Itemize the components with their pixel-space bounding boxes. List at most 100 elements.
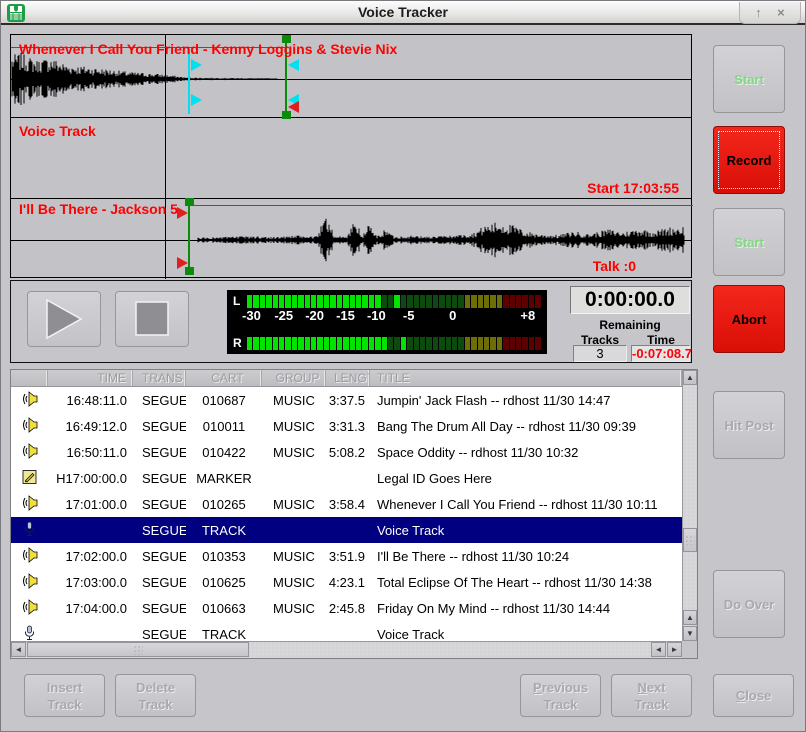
meter-segment (317, 295, 322, 308)
scroll-right-icon[interactable]: ► (667, 642, 682, 657)
meter-segment (465, 295, 470, 308)
meter-segment (337, 337, 342, 350)
scroll-up-icon[interactable]: ▲ (683, 370, 697, 385)
start-track3-button[interactable]: Start (713, 208, 785, 276)
meter-segment (343, 337, 348, 350)
meter-left-label: L (233, 294, 247, 308)
scroll-down-icon[interactable]: ▼ (683, 626, 697, 641)
shade-window-icon[interactable]: ↑ (755, 3, 762, 23)
audio-level-meter: L -30-25-20-15-10-50+8 R (227, 290, 547, 354)
track1-talk-marker-top[interactable] (191, 59, 202, 71)
log-row[interactable]: 17:02:00.0SEGUE010353MUSIC3:51.9I'll Be … (11, 543, 682, 569)
meter-segment (253, 337, 258, 350)
cell-group: MUSIC (262, 601, 326, 616)
meter-segment (516, 337, 521, 350)
meter-segment (260, 337, 265, 350)
delete-track-button[interactable]: DeleteTrack (115, 674, 196, 717)
cell-length: 4:23.1 (326, 575, 370, 590)
log-row[interactable]: 16:49:12.0SEGUE010011MUSIC3:31.3Bang The… (11, 413, 682, 439)
meter-segment (510, 337, 515, 350)
column-header-title: TITLE (370, 370, 682, 386)
cell-title: Voice Track (370, 627, 682, 642)
meter-segment (458, 337, 463, 350)
titlebar[interactable]: Voice Tracker ↑ × (1, 1, 805, 25)
meter-segment (471, 337, 476, 350)
hit-post-button[interactable]: Hit Post (713, 391, 785, 459)
do-over-button[interactable]: Do Over (713, 570, 785, 638)
scroll-left-icon[interactable]: ◄ (11, 642, 26, 657)
stop-button[interactable] (115, 291, 189, 347)
cell-time: 17:02:00.0 (48, 549, 133, 564)
log-table: TIMETRANSCARTGROUPLENGTHTITLE 16:48:11.0… (10, 369, 698, 659)
vertical-scroll-thumb[interactable] (683, 528, 697, 552)
meter-segment (497, 295, 502, 308)
cell-cart: 010625 (186, 575, 262, 590)
track3-fade-marker-top[interactable] (177, 207, 188, 219)
track1-end-marker-top[interactable] (288, 59, 299, 71)
log-row[interactable]: 17:01:00.0SEGUE010265MUSIC3:58.4Whenever… (11, 491, 682, 517)
track1-talk-marker-bottom[interactable] (191, 94, 202, 106)
close-window-icon[interactable]: × (777, 3, 785, 23)
meter-segment (490, 295, 495, 308)
scroll-up2-icon[interactable]: ▲ (683, 610, 697, 625)
meter-segment (426, 337, 431, 350)
meter-segment (247, 337, 252, 350)
cell-cart: TRACK (186, 627, 262, 642)
close-button[interactable]: Close (713, 674, 794, 717)
insert-track-button[interactable]: InsertTrack (24, 674, 105, 717)
meter-segment (497, 337, 502, 350)
log-row[interactable]: 16:50:11.0SEGUE010422MUSIC5:08.2Space Od… (11, 439, 682, 465)
meter-segment (490, 337, 495, 350)
meter-right-label: R (233, 336, 247, 350)
speaker-icon (11, 391, 48, 410)
meter-segment (369, 337, 374, 350)
next-track-button[interactable]: NextTrack (611, 674, 692, 717)
log-row[interactable]: SEGUETRACKVoice Track (11, 621, 682, 641)
track-panel[interactable]: Whenever I Call You Friend - Kenny Loggi… (10, 34, 692, 278)
start-track1-button[interactable]: Start (713, 45, 785, 113)
record-button[interactable]: Record (713, 126, 785, 194)
horizontal-scroll-thumb[interactable] (27, 642, 249, 657)
elapsed-time-display: 0:00:00.0 (570, 286, 690, 314)
meter-segment (317, 337, 322, 350)
meter-segment (356, 295, 361, 308)
meter-segment (337, 295, 342, 308)
meter-segment (279, 337, 284, 350)
cell-trans: SEGUE (133, 523, 186, 538)
track3-start-line[interactable] (188, 202, 190, 273)
log-row[interactable]: H17:00:00.0SEGUEMARKERLegal ID Goes Here (11, 465, 682, 491)
cell-title: Space Oddity -- rdhost 11/30 10:32 (370, 445, 682, 460)
mic-icon (11, 521, 48, 540)
meter-right-channel: R (233, 336, 541, 350)
meter-scale-label: -25 (274, 308, 293, 323)
scroll-left2-icon[interactable]: ◄ (651, 642, 666, 657)
vertical-scrollbar[interactable]: ▲ ▲ ▼ (682, 370, 697, 641)
track3-fade-marker-bottom[interactable] (177, 257, 188, 269)
log-row[interactable]: 17:03:00.0SEGUE010625MUSIC4:23.1Total Ec… (11, 569, 682, 595)
meter-segment (388, 295, 393, 308)
log-row[interactable]: 16:48:11.0SEGUE010687MUSIC3:37.5Jumpin' … (11, 387, 682, 413)
meter-segment (273, 337, 278, 350)
meter-segment (407, 295, 412, 308)
meter-segment (394, 295, 399, 308)
column-header-trans: TRANS (133, 370, 186, 386)
horizontal-scrollbar[interactable]: ◄ ◄ ► (11, 641, 682, 658)
log-row-selected[interactable]: SEGUETRACKVoice Track (11, 517, 682, 543)
speaker-icon (11, 495, 48, 514)
meter-segment (253, 295, 258, 308)
previous-track-button[interactable]: PreviousTrack (520, 674, 601, 717)
log-row[interactable]: 17:04:00.0SEGUE010663MUSIC2:45.8Friday O… (11, 595, 682, 621)
abort-button[interactable]: Abort (713, 285, 785, 353)
track1-fade-marker[interactable] (288, 101, 299, 113)
track3-start-handle-top[interactable] (185, 198, 194, 206)
meter-segment (356, 337, 361, 350)
meter-segment (516, 295, 521, 308)
track1-talk-line[interactable] (188, 49, 190, 114)
cell-trans: SEGUE (133, 471, 186, 486)
meter-segment (375, 337, 380, 350)
meter-segment (407, 337, 412, 350)
meter-segment (247, 295, 252, 308)
play-button[interactable] (27, 291, 101, 347)
meter-segment (311, 295, 316, 308)
cell-cart: 010422 (186, 445, 262, 460)
